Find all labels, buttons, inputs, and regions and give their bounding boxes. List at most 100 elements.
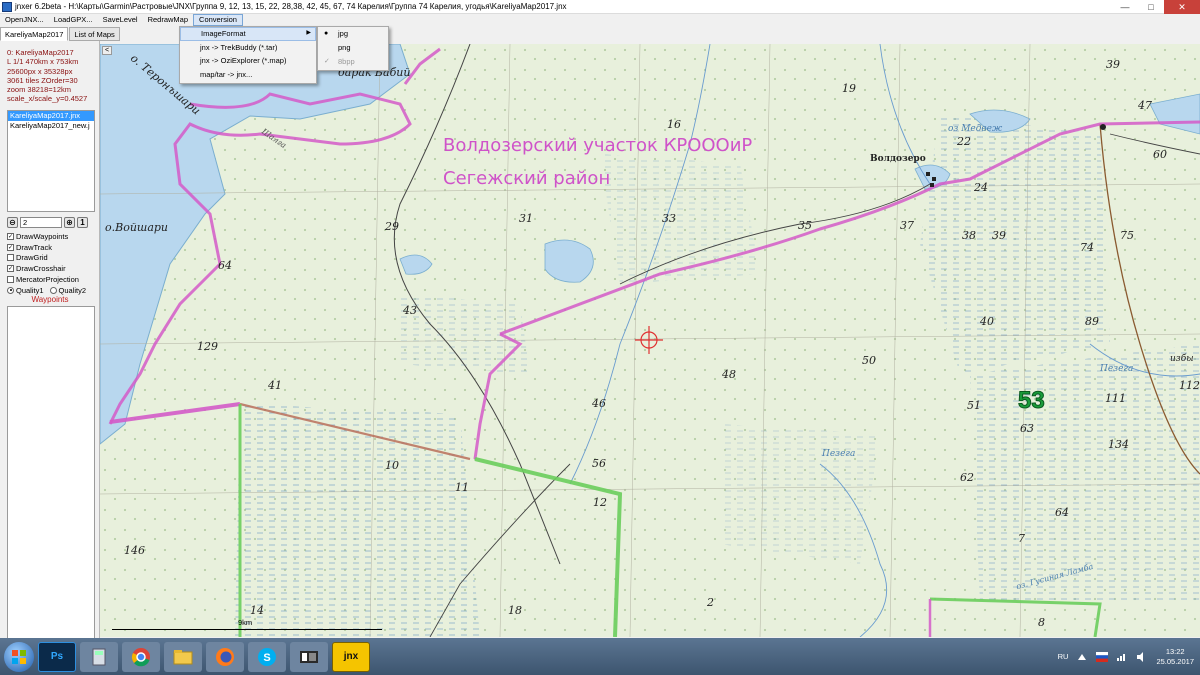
- kvartal-number: 37: [900, 219, 914, 232]
- place-label: о.Войшари: [105, 221, 169, 234]
- big-area-number: 53: [1018, 387, 1046, 415]
- map-file-item[interactable]: KareliyaMap2017_new.j: [8, 121, 94, 131]
- maximize-button[interactable]: □: [1138, 0, 1164, 14]
- place-label: избы: [1170, 354, 1194, 364]
- check-draw-grid[interactable]: DrawGrid: [7, 253, 99, 264]
- image-format-submenu: ● jpg png ✓ 8bpp: [317, 26, 389, 71]
- kvartal-number: 16: [667, 118, 681, 131]
- kvartal-number: 10: [385, 459, 399, 472]
- waypoints-label: Waypoints: [31, 295, 69, 304]
- kvartal-number: 47: [1138, 99, 1152, 112]
- lake: [544, 239, 594, 283]
- check-draw-waypoints[interactable]: ✓ DrawWaypoints: [7, 231, 99, 242]
- kvartal-number: 146: [124, 544, 145, 557]
- tab-kareliya-map[interactable]: KareliyaMap2017: [0, 27, 69, 41]
- kvartal-number: 22: [957, 135, 971, 148]
- explorer-icon[interactable]: [164, 641, 202, 672]
- kvartal-number: 75: [1120, 229, 1134, 242]
- volume-icon: [1137, 651, 1144, 662]
- network-icon: [1117, 653, 1126, 661]
- waypoints-list[interactable]: [7, 306, 95, 674]
- kvartal-number: 12: [593, 496, 607, 509]
- menu-load-gpx[interactable]: LoadGPX...: [49, 14, 98, 26]
- tab-list-of-maps[interactable]: List of Maps: [69, 27, 120, 41]
- kvartal-number: 29: [385, 220, 399, 233]
- scale-text: 9km: [238, 618, 253, 627]
- collapse-panel-button[interactable]: <: [102, 46, 112, 55]
- level-one-button[interactable]: 1: [77, 216, 88, 228]
- menu-item-jnx-trekbuddy[interactable]: jnx -> TrekBuddy (*.tar): [180, 41, 316, 55]
- clock[interactable]: 13:22 25.05.2017: [1156, 647, 1194, 667]
- map-info: 0: KareliyaMap2017 L 1/1 470km x 753km 2…: [7, 48, 97, 104]
- photoshop-icon[interactable]: Ps: [38, 641, 76, 672]
- kvartal-number: 134: [1108, 438, 1129, 451]
- place-label: Пезега: [822, 449, 856, 459]
- map-view[interactable]: < Волдозерский участок КРОООиР Сегежский…: [100, 44, 1200, 637]
- checkmark-icon: ✓: [324, 58, 330, 65]
- start-button[interactable]: [4, 641, 34, 672]
- video-editor-icon[interactable]: [290, 641, 328, 672]
- place-label: Волдозеро: [870, 154, 926, 164]
- kvartal-number: 48: [722, 368, 736, 381]
- menu-open-jnx[interactable]: OpenJNX...: [0, 14, 49, 26]
- format-png[interactable]: png: [318, 41, 388, 55]
- menu-item-image-format[interactable]: ImageFormat ▶: [180, 27, 316, 41]
- info-line: 0: KareliyaMap2017: [7, 48, 74, 57]
- kvartal-number: 64: [218, 259, 232, 272]
- marsh-area: [600, 154, 760, 284]
- firefox-icon[interactable]: [206, 641, 244, 672]
- menu-bar: OpenJNX... LoadGPX... SaveLevel RedrawMa…: [0, 14, 1200, 26]
- menu-redraw-map[interactable]: RedrawMap: [143, 14, 193, 26]
- check-draw-track[interactable]: ✓ DrawTrack: [7, 242, 99, 253]
- flag-icon: [1096, 651, 1109, 662]
- chrome-icon[interactable]: [122, 641, 160, 672]
- window-controls: — □ ✕: [1112, 0, 1200, 14]
- checkbox-icon[interactable]: [7, 276, 14, 284]
- kvartal-number: 41: [268, 379, 282, 392]
- map-file-item[interactable]: KareliyaMap2017.jnx: [8, 111, 94, 121]
- format-8bpp[interactable]: ✓ 8bpp: [318, 55, 388, 69]
- radio-quality1[interactable]: [7, 286, 14, 294]
- check-mercator-projection[interactable]: MercatorProjection: [7, 274, 99, 285]
- place-label: оз Медвеж: [948, 124, 1003, 134]
- clock-date: 25.05.2017: [1156, 656, 1194, 666]
- level-plus-button[interactable]: ⊕: [64, 216, 75, 228]
- checkbox-icon[interactable]: ✓: [7, 232, 14, 240]
- kvartal-number: 129: [197, 340, 218, 353]
- level-input[interactable]: 2: [20, 216, 62, 228]
- checkbox-icon[interactable]: [7, 254, 14, 262]
- clock-time: 13:22: [1165, 646, 1185, 656]
- tray-arrow-icon: [1078, 653, 1087, 660]
- check-draw-crosshair[interactable]: ✓ DrawCrosshair: [7, 263, 99, 274]
- left-panel: 0: KareliyaMap2017 L 1/1 470km x 753km 2…: [0, 41, 100, 674]
- marsh-area: [720, 424, 880, 564]
- kvartal-number: 31: [519, 212, 533, 225]
- jnxer-taskbar-button[interactable]: jnx: [332, 641, 370, 672]
- map-title-district: Сегежский район: [443, 168, 611, 189]
- place-label: Пезега: [1100, 364, 1134, 374]
- calculator-icon[interactable]: [80, 641, 118, 672]
- checkbox-icon[interactable]: ✓: [7, 265, 14, 273]
- kvartal-number: 46: [592, 397, 606, 410]
- kvartal-number: 7: [1018, 532, 1025, 545]
- info-line: scale_x/scale_y=0.4527: [7, 94, 88, 104]
- menu-conversion[interactable]: Conversion: [193, 14, 243, 26]
- close-button[interactable]: ✕: [1164, 0, 1200, 14]
- kvartal-number: 63: [1020, 422, 1034, 435]
- kvartal-number: 64: [1055, 506, 1069, 519]
- kvartal-number: 19: [842, 82, 856, 95]
- radio-quality2[interactable]: [49, 286, 57, 294]
- kvartal-number: 62: [960, 471, 974, 484]
- conversion-menu: ImageFormat ▶ jnx -> TrekBuddy (*.tar) j…: [179, 26, 317, 84]
- menu-item-map-tar-jnx[interactable]: map/tar -> jnx...: [180, 68, 316, 82]
- minimize-button[interactable]: —: [1112, 0, 1138, 14]
- skype-icon[interactable]: S: [248, 641, 286, 672]
- format-jpg[interactable]: ● jpg: [318, 27, 388, 41]
- checkbox-icon[interactable]: ✓: [7, 243, 14, 251]
- level-minus-button[interactable]: ⊖: [7, 216, 18, 228]
- language-indicator[interactable]: RU: [1058, 652, 1069, 661]
- map-file-list[interactable]: KareliyaMap2017.jnx KareliyaMap2017_new.…: [7, 110, 95, 212]
- radio-dot-icon: ●: [324, 30, 329, 37]
- menu-save-level[interactable]: SaveLevel: [98, 14, 143, 26]
- menu-item-jnx-ozi[interactable]: jnx -> OziExplorer (*.map): [180, 54, 316, 68]
